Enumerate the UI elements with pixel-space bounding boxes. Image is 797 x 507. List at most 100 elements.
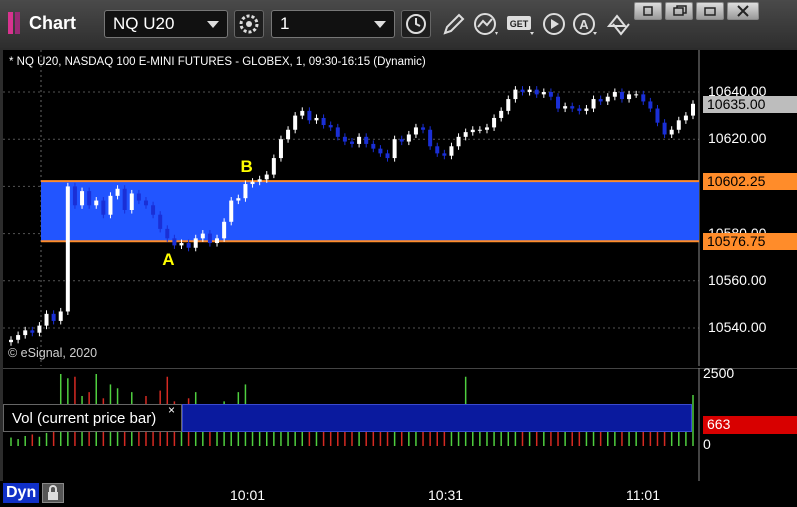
close-icon[interactable]: ×	[168, 403, 175, 417]
candle-body	[37, 325, 42, 333]
candle-body	[463, 132, 468, 137]
candle-body	[158, 214, 163, 229]
candle-body	[243, 184, 248, 199]
vol-study-title: Vol (current price bar)	[12, 410, 157, 427]
pin-window-button[interactable]	[634, 2, 662, 20]
candle-body	[51, 313, 56, 321]
dynamic-mode-button[interactable]: Dyn	[3, 483, 39, 503]
time-label: 10:31	[428, 487, 464, 503]
candle-body	[136, 193, 141, 201]
candle-body	[392, 139, 397, 159]
candle-body	[328, 125, 333, 128]
candle-body	[676, 120, 681, 130]
candle-body	[669, 129, 674, 135]
candle-body	[200, 233, 205, 239]
candle-body	[577, 108, 582, 111]
candle-body	[350, 141, 354, 144]
candle-body	[641, 94, 646, 102]
interval-clock-button[interactable]	[401, 10, 431, 38]
candle-body	[662, 122, 667, 135]
lock-button[interactable]	[42, 483, 64, 503]
time-label: 11:01	[626, 487, 660, 503]
price-pane[interactable]: * NQ U20, NASDAQ 100 E-MINI FUTURES - GL…	[3, 50, 797, 413]
svg-text:GET: GET	[510, 19, 529, 29]
candle-body	[293, 115, 298, 130]
toolbar: Chart NQ U20 1 GET A	[0, 0, 797, 48]
price-plot[interactable]	[3, 50, 797, 366]
candle-body	[477, 129, 482, 131]
close-window-button[interactable]	[727, 2, 759, 20]
last-price-tag: 10635.00	[703, 95, 797, 113]
candle-body	[357, 136, 362, 144]
candle-body	[492, 117, 497, 128]
candle-body	[527, 89, 532, 92]
candle-body	[399, 139, 404, 142]
interval-value: 1	[280, 14, 290, 33]
candle-body	[470, 129, 475, 133]
candle-body	[207, 233, 212, 244]
candle-body	[413, 127, 418, 135]
symbol-input[interactable]: NQ U20	[104, 10, 228, 38]
candle-body	[634, 94, 639, 96]
minimize-window-button[interactable]	[696, 2, 724, 20]
candle-body	[591, 99, 596, 109]
vol-axis-max: 2500	[703, 365, 735, 381]
candle-body	[151, 205, 156, 215]
link-arrows-icon[interactable]	[605, 12, 633, 38]
candle-body	[484, 127, 489, 130]
chevron-down-icon[interactable]	[207, 21, 219, 28]
candle-body	[257, 179, 262, 182]
candle-body	[513, 89, 518, 100]
candle-body	[534, 89, 539, 95]
play-icon[interactable]	[541, 12, 569, 38]
candle-body	[179, 243, 184, 246]
interval-input[interactable]: 1	[271, 10, 395, 38]
candle-body	[584, 108, 589, 111]
candle-body	[378, 148, 383, 154]
vol-study-label[interactable]: Vol (current price bar)	[3, 404, 182, 432]
pencil-icon[interactable]	[440, 12, 468, 38]
candle-body	[548, 92, 553, 97]
time-label: 10:01	[230, 487, 266, 503]
candle-body	[506, 99, 511, 111]
symbol-value: NQ U20	[113, 14, 175, 33]
study-icon[interactable]	[473, 12, 501, 38]
candle-body	[605, 96, 610, 102]
candle-body	[172, 238, 177, 246]
candle-body	[101, 200, 106, 215]
candle-body	[655, 108, 660, 123]
candle-body	[541, 92, 546, 95]
candle-body	[570, 106, 575, 109]
y-tick-label: 10620.00	[708, 130, 767, 147]
candle-body	[691, 103, 695, 116]
zone-upper-tag: 10602.25	[703, 173, 797, 191]
candle-body	[278, 139, 283, 159]
candle-body	[556, 96, 561, 109]
symbol-settings-button[interactable]	[234, 10, 264, 38]
pin-icon	[643, 6, 653, 16]
candle-body	[619, 92, 624, 100]
candle-body	[300, 110, 305, 116]
y-tick-label: 10560.00	[708, 271, 767, 288]
get-data-icon[interactable]: GET	[506, 12, 536, 38]
candle-body	[449, 146, 454, 156]
candle-body	[520, 89, 525, 92]
svg-text:A: A	[579, 17, 589, 32]
candle-body	[499, 110, 504, 118]
app-title: Chart	[29, 13, 77, 33]
candle-body	[342, 136, 347, 142]
candle-body	[421, 127, 426, 130]
candle-body	[406, 134, 411, 142]
candle-body	[129, 193, 134, 210]
candle-body	[314, 117, 319, 121]
annotation-a: A	[162, 250, 175, 270]
alert-icon[interactable]: A	[572, 12, 600, 38]
restore-window-button[interactable]	[665, 2, 693, 20]
vol-axis-min: 0	[703, 436, 711, 452]
candle-body	[612, 92, 617, 97]
chevron-down-icon[interactable]	[374, 21, 386, 28]
minimize-icon	[704, 7, 716, 16]
candle-body	[435, 146, 440, 154]
candle-body	[72, 186, 77, 206]
chart-area[interactable]: * NQ U20, NASDAQ 100 E-MINI FUTURES - GL…	[3, 50, 797, 505]
